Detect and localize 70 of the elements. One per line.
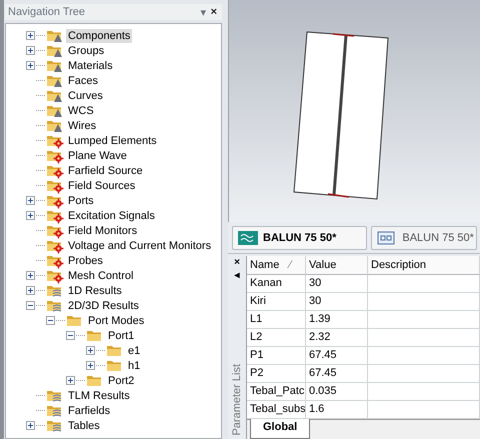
expand-button[interactable] bbox=[26, 46, 35, 55]
table-cell: L1 bbox=[247, 311, 306, 329]
column-header[interactable]: Value bbox=[306, 256, 368, 275]
tree-item[interactable]: Probes bbox=[66, 254, 105, 268]
tree-item[interactable]: 1D Results bbox=[66, 284, 124, 298]
close-button[interactable]: × bbox=[234, 258, 240, 268]
expand-button[interactable] bbox=[86, 361, 95, 370]
tree-item[interactable]: Farfield Source bbox=[66, 164, 145, 178]
wave-icon bbox=[238, 231, 258, 245]
expand-button[interactable] bbox=[26, 211, 35, 220]
tree-item[interactable]: Components bbox=[66, 28, 132, 42]
collapse-button[interactable] bbox=[26, 301, 35, 310]
expand-button[interactable] bbox=[66, 376, 75, 385]
tree-item[interactable]: Lumped Elements bbox=[66, 134, 159, 148]
tree-item[interactable]: Curves bbox=[66, 88, 105, 102]
tree-item[interactable]: Wires bbox=[66, 118, 98, 132]
table-cell: 0.035 bbox=[306, 383, 368, 401]
pin-button[interactable]: ◂ bbox=[234, 271, 240, 281]
table-cell: 67.45 bbox=[306, 347, 368, 365]
table-cell: P2 bbox=[247, 365, 306, 383]
table-cell: L2 bbox=[247, 329, 306, 347]
sheet-tab[interactable]: Global bbox=[250, 419, 310, 439]
close-button[interactable]: × bbox=[208, 6, 219, 18]
table-cell: P1 bbox=[247, 347, 306, 365]
table-cell: 2.32 bbox=[306, 329, 368, 347]
collapse-button[interactable] bbox=[66, 331, 75, 340]
schematic-icon bbox=[377, 231, 398, 245]
tree-item[interactable]: h1 bbox=[126, 358, 142, 372]
sort-icon: ⁄ bbox=[289, 256, 292, 274]
table-cell: Kiri bbox=[247, 293, 306, 311]
tree-item[interactable]: Port2 bbox=[106, 374, 136, 388]
panel-menu-button[interactable]: ▾ bbox=[198, 6, 209, 18]
table-cell: 30 bbox=[306, 275, 368, 293]
tree-item[interactable]: Groups bbox=[66, 44, 106, 58]
panel-title: Navigation Tree bbox=[8, 6, 86, 18]
table-cell: 1.39 bbox=[306, 311, 368, 329]
table-cell: 67.45 bbox=[306, 365, 368, 383]
expand-button[interactable] bbox=[86, 346, 95, 355]
tree-item[interactable]: Port Modes bbox=[86, 314, 146, 328]
collapse-button[interactable] bbox=[46, 316, 55, 325]
expand-button[interactable] bbox=[26, 286, 35, 295]
tree-item[interactable]: Plane Wave bbox=[66, 148, 129, 162]
document-tab[interactable]: BALUN 75 50* bbox=[371, 226, 477, 250]
table-cell: 30 bbox=[306, 293, 368, 311]
tree-item[interactable]: TLM Results bbox=[66, 388, 132, 402]
expand-button[interactable] bbox=[26, 421, 35, 430]
expand-button[interactable] bbox=[26, 196, 35, 205]
tree-item[interactable]: Ports bbox=[66, 194, 96, 208]
column-header[interactable]: Description bbox=[368, 256, 480, 275]
tree-item[interactable]: Excitation Signals bbox=[66, 208, 157, 222]
tree-item[interactable]: Field Monitors bbox=[66, 224, 140, 238]
expand-button[interactable] bbox=[26, 271, 35, 280]
tree-item[interactable]: WCS bbox=[66, 104, 96, 118]
column-header[interactable]: Name ⁄ bbox=[247, 256, 306, 275]
tree-item[interactable]: Field Sources bbox=[66, 178, 138, 192]
document-tab[interactable]: BALUN 75 50* bbox=[232, 226, 368, 250]
tree-item[interactable]: Voltage and Current Monitors bbox=[66, 238, 214, 252]
expand-button[interactable] bbox=[26, 61, 35, 70]
expand-button[interactable] bbox=[26, 31, 35, 40]
tree-item[interactable]: Farfields bbox=[66, 404, 112, 418]
tree-item[interactable]: Faces bbox=[66, 74, 100, 88]
tree-item[interactable]: Tables bbox=[66, 418, 102, 432]
tree-item[interactable]: e1 bbox=[126, 344, 142, 358]
tree-item[interactable]: Port1 bbox=[106, 328, 136, 342]
tree-item[interactable]: Materials bbox=[66, 58, 115, 72]
panel-title: Parameter List bbox=[231, 364, 243, 436]
table-cell: Tebal_Patc bbox=[247, 383, 306, 401]
table-cell: Kanan bbox=[247, 275, 306, 293]
tree-item[interactable]: Mesh Control bbox=[66, 268, 136, 282]
tree-item[interactable]: 2D/3D Results bbox=[66, 298, 141, 312]
